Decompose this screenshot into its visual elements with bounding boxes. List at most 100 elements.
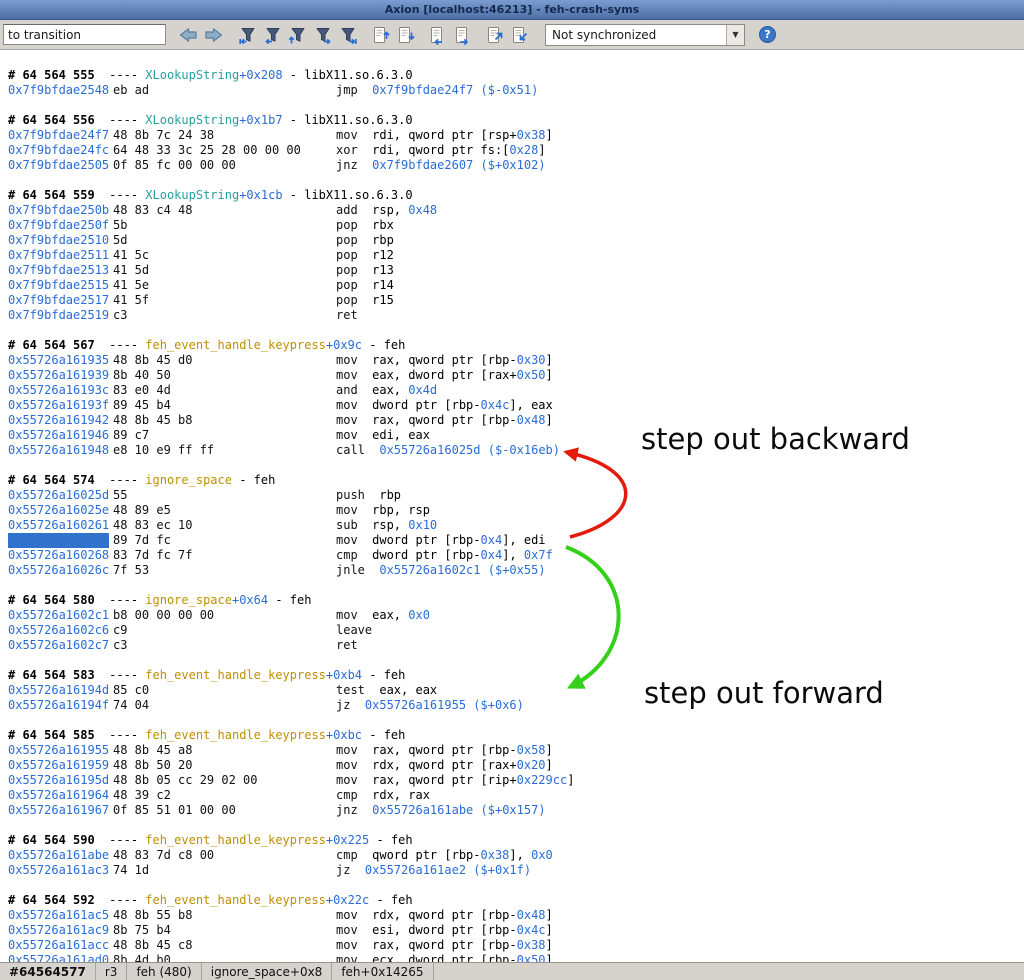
instruction-address: 0x55726a161967 [8,803,109,818]
instruction-address: 0x55726a161948 [8,443,109,458]
instruction-address: 0x55726a16195d [8,773,109,788]
sync-dropdown[interactable]: Not synchronized ▼ [545,24,745,46]
instruction-address: 0x55726a161959 [8,758,109,773]
instruction-address: 0x55726a16026c [8,563,109,578]
doc-arrow-left-icon[interactable] [425,23,449,47]
disasm-instruction-row[interactable]: 0x7f9bfdae24f748 8b 7c 24 38mov rdi, qwo… [8,128,1024,143]
disasm-instruction-row[interactable]: 0x7f9bfdae251741 5fpop r15 [8,293,1024,308]
function-name: ignore_space [145,473,232,487]
instruction-address: 0x55726a161acc [8,938,109,953]
disasm-instruction-row[interactable]: 0x55726a16196448 39 c2cmp rdx, rax [8,788,1024,803]
disasm-transition-header[interactable]: # 64 564 555 ---- XLookupString+0x208 - … [8,68,1024,83]
disasm-instruction-row[interactable]: 0x55726a16195948 8b 50 20mov rdx, qword … [8,758,1024,773]
disasm-instruction-row[interactable]: 0x55726a16026883 7d fc 7fcmp dword ptr [… [8,548,1024,563]
disasm-instruction-row[interactable]: 0x55726a16026c7f 53jnle 0x55726a1602c1 (… [8,563,1024,578]
disasm-transition-header[interactable]: # 64 564 592 ---- feh_event_handle_keypr… [8,893,1024,908]
disasm-instruction-row[interactable]: 0x55726a161ac374 1djz 0x55726a161ae2 ($+… [8,863,1024,878]
disasm-instruction-row[interactable]: 0x55726a161ac98b 75 b4mov esi, dword ptr… [8,923,1024,938]
disasm-instruction-row[interactable]: 0x7f9bfdae251541 5epop r14 [8,278,1024,293]
disasm-instruction-row[interactable]: 0x55726a16195d48 8b 05 cc 29 02 00mov ra… [8,773,1024,788]
disasm-instruction-row[interactable]: 0x55726a16026589 7d fcmov dword ptr [rbp… [8,533,1024,548]
instruction-address: 0x55726a1602c7 [8,638,109,653]
go-forward-icon[interactable] [202,23,226,47]
go-back-icon[interactable] [176,23,200,47]
instruction-address: 0x55726a160261 [8,518,109,533]
function-name: feh_event_handle_keypress [145,833,326,847]
status-segment: r3 [96,963,128,980]
toolbar: Not synchronized ▼ ? [0,20,1024,50]
disasm-instruction-row[interactable]: 0x55726a1619398b 40 50mov eax, dword ptr… [8,368,1024,383]
help-icon[interactable]: ? [759,26,776,43]
disasm-instruction-row[interactable]: 0x7f9bfdae25050f 85 fc 00 00 00jnz 0x7f9… [8,158,1024,173]
instruction-address: 0x55726a161964 [8,788,109,803]
doc-arrow-in-icon[interactable] [507,23,531,47]
doc-arrow-down-icon[interactable] [393,23,417,47]
function-name: feh_event_handle_keypress [145,893,326,907]
window-titlebar[interactable]: Axion [localhost:46213] - feh-crash-syms [0,0,1024,20]
instruction-address: 0x7f9bfdae250b [8,203,109,218]
instruction-address: 0x7f9bfdae2505 [8,158,109,173]
filter-forward-icon[interactable] [311,23,335,47]
disasm-instruction-row[interactable]: 0x55726a161ad08b 4d b0mov ecx, dword ptr… [8,953,1024,962]
disasm-transition-header[interactable]: # 64 564 567 ---- feh_event_handle_keypr… [8,338,1024,353]
disasm-transition-header[interactable]: # 64 564 556 ---- XLookupString+0x1b7 - … [8,113,1024,128]
disasm-instruction-row[interactable]: 0x55726a1602c7c3ret [8,638,1024,653]
function-name: XLookupString [145,68,239,82]
disasm-instruction-row[interactable]: 0x7f9bfdae251141 5cpop r12 [8,248,1024,263]
filter-forward-last-icon[interactable] [336,23,360,47]
disasm-instruction-row[interactable]: 0x55726a16193548 8b 45 d0mov rax, qword … [8,353,1024,368]
disasm-instruction-row[interactable]: 0x55726a1602c6c9leave [8,623,1024,638]
disasm-transition-header[interactable]: # 64 564 574 ---- ignore_space - feh [8,473,1024,488]
disasm-instruction-row[interactable]: 0x55726a1602c1b8 00 00 00 00mov eax, 0x0 [8,608,1024,623]
disasm-instruction-row[interactable]: 0x55726a16025d55push rbp [8,488,1024,503]
instruction-address: 0x55726a161ac3 [8,863,109,878]
disasm-instruction-row[interactable]: 0x7f9bfdae25105dpop rbp [8,233,1024,248]
disasm-instruction-row[interactable]: 0x7f9bfdae2548eb adjmp 0x7f9bfdae24f7 ($… [8,83,1024,98]
instruction-address: 0x7f9bfdae2517 [8,293,109,308]
function-name: feh_event_handle_keypress [145,668,326,682]
disassembly-view: # 64 564 555 ---- XLookupString+0x208 - … [0,50,1024,962]
disasm-instruction-row[interactable]: 0x7f9bfdae2519c3ret [8,308,1024,323]
instruction-address: 0x55726a161935 [8,353,109,368]
disasm-instruction-row[interactable]: 0x7f9bfdae250b48 83 c4 48add rsp, 0x48 [8,203,1024,218]
function-name: feh_event_handle_keypress [145,728,326,742]
instruction-address: 0x55726a161abe [8,848,109,863]
disasm-transition-header[interactable]: # 64 564 590 ---- feh_event_handle_keypr… [8,833,1024,848]
instruction-address: 0x55726a161ac9 [8,923,109,938]
chevron-down-icon[interactable]: ▼ [726,25,744,45]
filter-back-first-icon[interactable] [236,23,260,47]
instruction-address: 0x7f9bfdae2515 [8,278,109,293]
instruction-address: 0x55726a16193c [8,383,109,398]
doc-arrow-up-icon[interactable] [368,23,392,47]
instruction-address: 0x55726a160268 [8,548,109,563]
disasm-instruction-row[interactable]: 0x7f9bfdae24fc64 48 33 3c 25 28 00 00 00… [8,143,1024,158]
status-segment: #64564577 [0,963,96,980]
doc-arrow-right-icon[interactable] [450,23,474,47]
disasm-instruction-row[interactable]: 0x55726a16193c83 e0 4dand eax, 0x4d [8,383,1024,398]
function-name: feh_event_handle_keypress [145,338,326,352]
doc-arrow-out-icon[interactable] [482,23,506,47]
disasm-instruction-row[interactable]: 0x55726a161acc48 8b 45 c8mov rax, qword … [8,938,1024,953]
instruction-address: 0x55726a161939 [8,368,109,383]
disasm-instruction-row[interactable]: 0x55726a16195548 8b 45 a8mov rax, qword … [8,743,1024,758]
disasm-transition-header[interactable]: # 64 564 580 ---- ignore_space+0x64 - fe… [8,593,1024,608]
disasm-instruction-row[interactable]: 0x55726a1619670f 85 51 01 00 00jnz 0x557… [8,803,1024,818]
disasm-transition-header[interactable]: # 64 564 585 ---- feh_event_handle_keypr… [8,728,1024,743]
transition-search-input[interactable] [3,24,166,45]
filter-here-icon[interactable] [286,23,310,47]
disasm-instruction-row[interactable]: 0x7f9bfdae250f5bpop rbx [8,218,1024,233]
disasm-instruction-row[interactable]: 0x7f9bfdae251341 5dpop r13 [8,263,1024,278]
function-name: XLookupString [145,188,239,202]
disasm-instruction-row[interactable]: 0x55726a161ac548 8b 55 b8mov rdx, qword … [8,908,1024,923]
instruction-address: 0x7f9bfdae2510 [8,233,109,248]
status-bar: #64564577r3feh (480)ignore_space+0x8feh+… [0,962,1024,980]
disasm-transition-header[interactable]: # 64 564 559 ---- XLookupString+0x1cb - … [8,188,1024,203]
status-segment: feh+0x14265 [332,963,433,980]
filter-back-icon[interactable] [261,23,285,47]
disasm-instruction-row[interactable]: 0x55726a16026148 83 ec 10sub rsp, 0x10 [8,518,1024,533]
instruction-address: 0x55726a16194f [8,698,109,713]
disasm-instruction-row[interactable]: 0x55726a16025e48 89 e5mov rbp, rsp [8,503,1024,518]
instruction-address: 0x7f9bfdae24fc [8,143,109,158]
disasm-instruction-row[interactable]: 0x55726a16193f89 45 b4mov dword ptr [rbp… [8,398,1024,413]
disasm-instruction-row[interactable]: 0x55726a161abe48 83 7d c8 00cmp qword pt… [8,848,1024,863]
